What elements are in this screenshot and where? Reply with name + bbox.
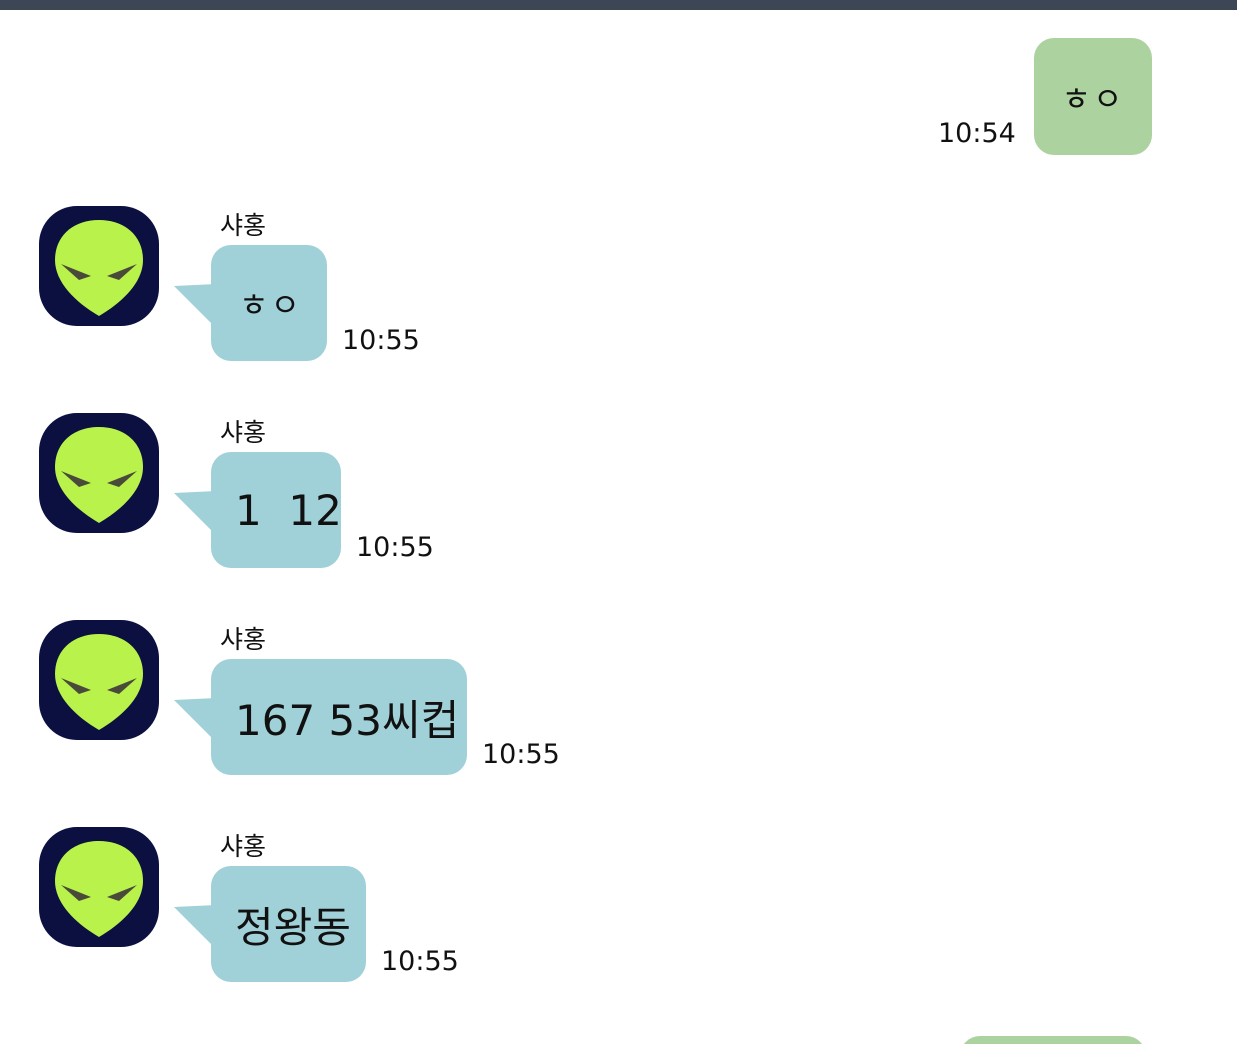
bubble-tail [174, 698, 216, 742]
avatar[interactable] [39, 827, 159, 947]
bubble-tail [174, 905, 216, 949]
message-text: 1 12 [235, 485, 342, 535]
message-text: ㅎㅇ [239, 286, 302, 324]
outgoing-bubble[interactable]: ㅎㅇ [1034, 38, 1152, 155]
top-bar [0, 0, 1237, 10]
message-time: 10:55 [482, 739, 560, 770]
sender-name: 샤홍 [220, 418, 267, 447]
alien-icon [55, 634, 143, 730]
message-text: 167 53씨컵 [235, 695, 460, 745]
incoming-bubble[interactable]: 1 12 [211, 452, 342, 568]
alien-icon [55, 427, 143, 523]
bubble-tail [174, 491, 216, 535]
avatar[interactable] [39, 413, 159, 533]
incoming-bubble[interactable]: 정왕동 [211, 866, 366, 982]
chat-screen: ㅎㅇ 10:54 샤홍 ㅎㅇ 10:55 샤홍 1 12 10:55 샤홍 16… [0, 0, 1237, 1044]
alien-icon [55, 841, 143, 937]
message-time: 10:55 [356, 532, 434, 563]
alien-icon [55, 220, 143, 316]
message-time: 10:55 [342, 325, 420, 356]
message-text: 정왕동 [235, 902, 351, 952]
message-time: 10:55 [381, 946, 459, 977]
sender-name: 샤홍 [220, 832, 267, 861]
outgoing-bubble-partial[interactable] [960, 1036, 1146, 1044]
incoming-bubble[interactable]: ㅎㅇ [211, 245, 327, 361]
avatar[interactable] [39, 206, 159, 326]
incoming-bubble[interactable]: 167 53씨컵 [211, 659, 467, 775]
sender-name: 샤홍 [220, 625, 267, 654]
bubble-tail [174, 284, 216, 328]
sender-name: 샤홍 [220, 211, 267, 240]
avatar[interactable] [39, 620, 159, 740]
message-time: 10:54 [938, 118, 1016, 149]
message-text: ㅎㅇ [1061, 79, 1125, 118]
